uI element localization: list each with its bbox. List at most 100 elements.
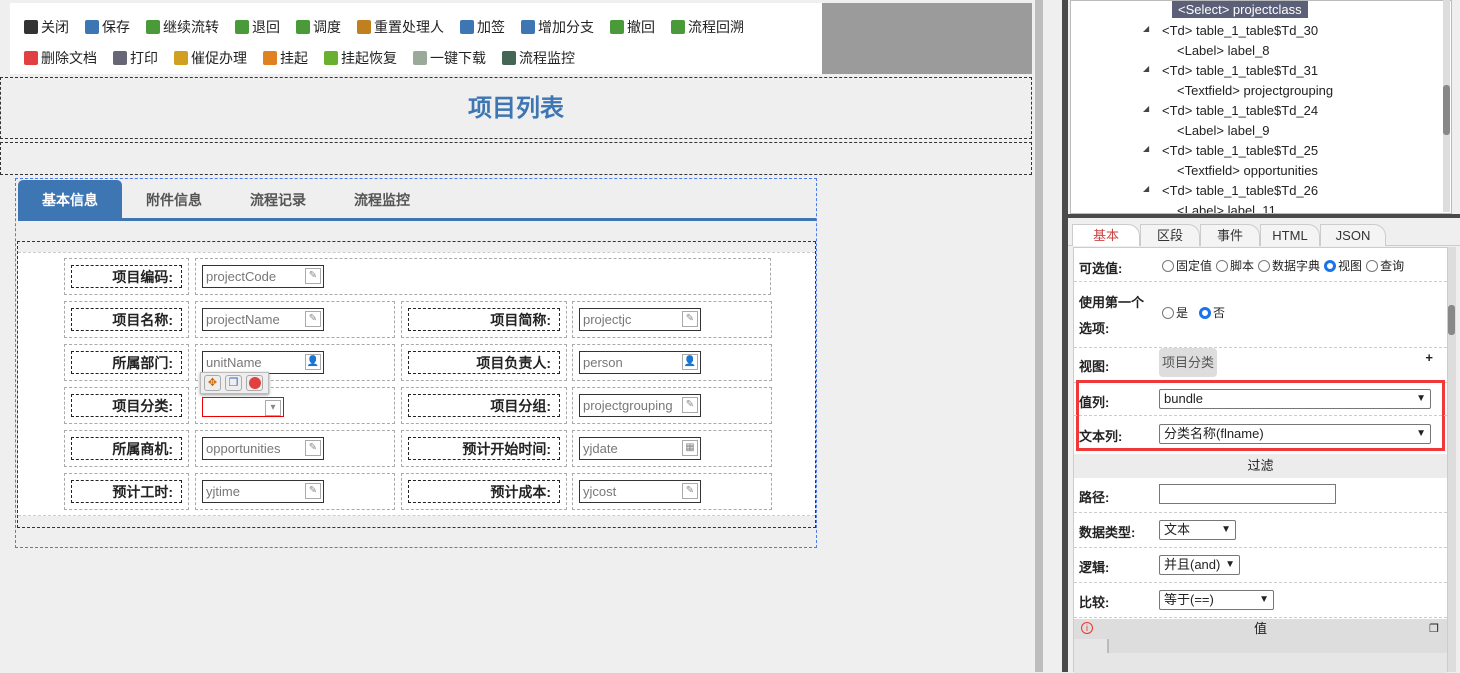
toolbar-button-branch[interactable]: 增加分支 xyxy=(521,17,594,37)
tab-basic-info[interactable]: 基本信息 xyxy=(18,180,122,218)
toolbar-button-save[interactable]: 保存 xyxy=(85,17,130,37)
canvas-scrollbar[interactable] xyxy=(1035,0,1043,672)
toolbar-button-download[interactable]: 一键下载 xyxy=(413,48,486,68)
use-first-no-radio[interactable]: 否 xyxy=(1199,304,1225,321)
edit-icon[interactable]: ✎ xyxy=(682,397,698,413)
save-icon xyxy=(85,20,99,34)
toolbar-button-delete[interactable]: 删除文档 xyxy=(24,48,97,68)
toolbar-button-undo[interactable]: 撤回 xyxy=(610,17,655,37)
value-editor[interactable] xyxy=(1074,639,1447,673)
user-icon[interactable]: 👤 xyxy=(682,354,698,370)
optional-value-radio[interactable]: 脚本 xyxy=(1216,259,1254,273)
field-input-projectgrouping[interactable]: projectgrouping ✎ xyxy=(579,394,701,417)
optional-value-radio[interactable]: 固定值 xyxy=(1162,259,1212,273)
toolbar-button-resume[interactable]: 挂起恢复 xyxy=(324,48,397,68)
text-column-select[interactable]: 分类名称(flname) ▼ xyxy=(1159,424,1431,444)
reset-user-icon xyxy=(357,20,371,34)
toolbar-button-bell[interactable]: 催促办理 xyxy=(174,48,247,68)
project-class-select[interactable]: ▾ xyxy=(202,397,284,417)
move-icon[interactable]: ✥ xyxy=(204,375,221,391)
tree-node[interactable]: <Textfield> opportunities xyxy=(1177,162,1318,179)
tab-container[interactable]: 基本信息 附件信息 流程记录 流程监控 项目编码: projectCode ✎ 项目名… xyxy=(15,178,817,548)
delete-icon[interactable] xyxy=(246,375,263,391)
field-input-projectjc[interactable]: projectjc ✎ xyxy=(579,308,701,331)
toolbar-button-history[interactable]: 流程回溯 xyxy=(671,17,744,37)
tree-node[interactable]: <Select> projectclass xyxy=(1172,1,1308,18)
edit-icon[interactable]: ✎ xyxy=(305,268,321,284)
edit-icon[interactable]: ✎ xyxy=(682,483,698,499)
add-view-icon[interactable]: + xyxy=(1425,350,1433,365)
tree-node[interactable]: <Label> label_9 xyxy=(1177,122,1270,139)
prop-tab-html[interactable]: HTML xyxy=(1260,224,1320,246)
toolbar-button-label: 打印 xyxy=(130,50,158,66)
tab-attachments[interactable]: 附件信息 xyxy=(122,180,226,218)
calendar-icon[interactable]: ▦ xyxy=(682,440,698,456)
property-scrollbar-thumb[interactable] xyxy=(1448,305,1455,335)
edit-icon[interactable]: ✎ xyxy=(682,311,698,327)
restore-window-icon[interactable]: ❐ xyxy=(1429,619,1439,639)
empty-section[interactable] xyxy=(0,142,1032,175)
toolbar-button-pause[interactable]: 挂起 xyxy=(263,48,308,68)
data-type-select[interactable]: 文本 ▼ xyxy=(1159,520,1236,540)
tree-node[interactable]: <Td> table_1_table$Td_26 xyxy=(1162,182,1318,199)
form-panel: 项目编码: projectCode ✎ 项目名称: projectName ✎ 项目简称: p… xyxy=(17,241,816,528)
field-input-yjdate[interactable]: yjdate ▦ xyxy=(579,437,701,460)
title-section[interactable]: 项目列表 xyxy=(0,77,1032,139)
use-first-yes-radio[interactable]: 是 xyxy=(1162,304,1188,321)
expand-arrow-icon[interactable]: ◢ xyxy=(1143,184,1149,193)
prop-tab-section[interactable]: 区段 xyxy=(1140,224,1200,246)
compare-select[interactable]: 等于(==) ▼ xyxy=(1159,590,1274,610)
use-first-option-row: 使用第一个 选项: 是 否 xyxy=(1074,282,1447,348)
optional-value-radio[interactable]: 数据字典 xyxy=(1258,259,1320,273)
path-label: 路径: xyxy=(1079,490,1110,505)
tab-flow-monitor[interactable]: 流程监控 xyxy=(330,180,434,218)
expand-arrow-icon[interactable]: ◢ xyxy=(1143,104,1149,113)
value-column-select[interactable]: bundle ▼ xyxy=(1159,389,1431,409)
toolbar-button-reset-user[interactable]: 重置处理人 xyxy=(357,17,444,37)
expand-arrow-icon[interactable]: ◢ xyxy=(1143,64,1149,73)
toolbar-button-forward[interactable]: 继续流转 xyxy=(146,17,219,37)
logic-select[interactable]: 并且(and) ▼ xyxy=(1159,555,1240,575)
expand-arrow-icon[interactable]: ◢ xyxy=(1143,144,1149,153)
toolbar-button-back-arrow[interactable]: 退回 xyxy=(235,17,280,37)
toolbar-button-monitor[interactable]: 流程监控 xyxy=(502,48,575,68)
field-input-projectName[interactable]: projectName ✎ xyxy=(202,308,324,331)
prop-tab-events[interactable]: 事件 xyxy=(1200,224,1260,246)
tree-scrollbar-thumb[interactable] xyxy=(1443,85,1450,135)
field-input-person[interactable]: person 👤 xyxy=(579,351,701,374)
copy-icon[interactable]: ❐ xyxy=(225,375,242,391)
edit-icon[interactable]: ✎ xyxy=(305,311,321,327)
tab-flow-records[interactable]: 流程记录 xyxy=(226,180,330,218)
field-input-yjcost[interactable]: yjcost ✎ xyxy=(579,480,701,503)
tree-node[interactable]: <Label> label_11 xyxy=(1177,202,1276,213)
toolbar-button-dispatch[interactable]: 调度 xyxy=(296,17,341,37)
toolbar-button-add-signer[interactable]: 加签 xyxy=(460,17,505,37)
tree-node[interactable]: <Textfield> projectgrouping xyxy=(1177,82,1333,99)
field-input-yjtime[interactable]: yjtime ✎ xyxy=(202,480,324,503)
field-input-projectCode[interactable]: projectCode ✎ xyxy=(202,265,324,288)
field-input-opportunities[interactable]: opportunities ✎ xyxy=(202,437,324,460)
optional-value-radio[interactable]: 查询 xyxy=(1366,259,1404,273)
toolbar-button-label: 挂起恢复 xyxy=(341,50,397,66)
optional-value-radio[interactable]: 视图 xyxy=(1324,259,1362,273)
view-chip[interactable]: 项目分类 xyxy=(1159,348,1217,377)
toolbar-button-close[interactable]: 关闭 xyxy=(24,17,69,37)
prop-tab-basic[interactable]: 基本 xyxy=(1072,224,1140,246)
prop-tab-json[interactable]: JSON xyxy=(1320,224,1386,246)
user-icon[interactable]: 👤 xyxy=(305,354,321,370)
select-icon[interactable]: ▾ xyxy=(265,400,281,416)
path-input[interactable] xyxy=(1159,484,1336,504)
tree-node[interactable]: <Label> label_8 xyxy=(1177,42,1270,59)
tree-node[interactable]: <Td> table_1_table$Td_25 xyxy=(1162,142,1318,159)
toolbar-row-1: 关闭 保存 继续流转 退回 调度 重置处理人 加签 增加分支 撤回 流程回溯 xyxy=(24,17,760,37)
field-input-unitName[interactable]: unitName 👤 xyxy=(202,351,324,374)
toolbar-button-label: 继续流转 xyxy=(163,19,219,35)
expand-arrow-icon[interactable]: ◢ xyxy=(1143,24,1149,33)
tree-node[interactable]: <Td> table_1_table$Td_24 xyxy=(1162,102,1318,119)
tree-node[interactable]: <Td> table_1_table$Td_30 xyxy=(1162,22,1318,39)
toolbar-button-print[interactable]: 打印 xyxy=(113,48,158,68)
edit-icon[interactable]: ✎ xyxy=(305,440,321,456)
edit-icon[interactable]: ✎ xyxy=(305,483,321,499)
panel-splitter[interactable] xyxy=(1062,0,1068,672)
tree-node[interactable]: <Td> table_1_table$Td_31 xyxy=(1162,62,1318,79)
